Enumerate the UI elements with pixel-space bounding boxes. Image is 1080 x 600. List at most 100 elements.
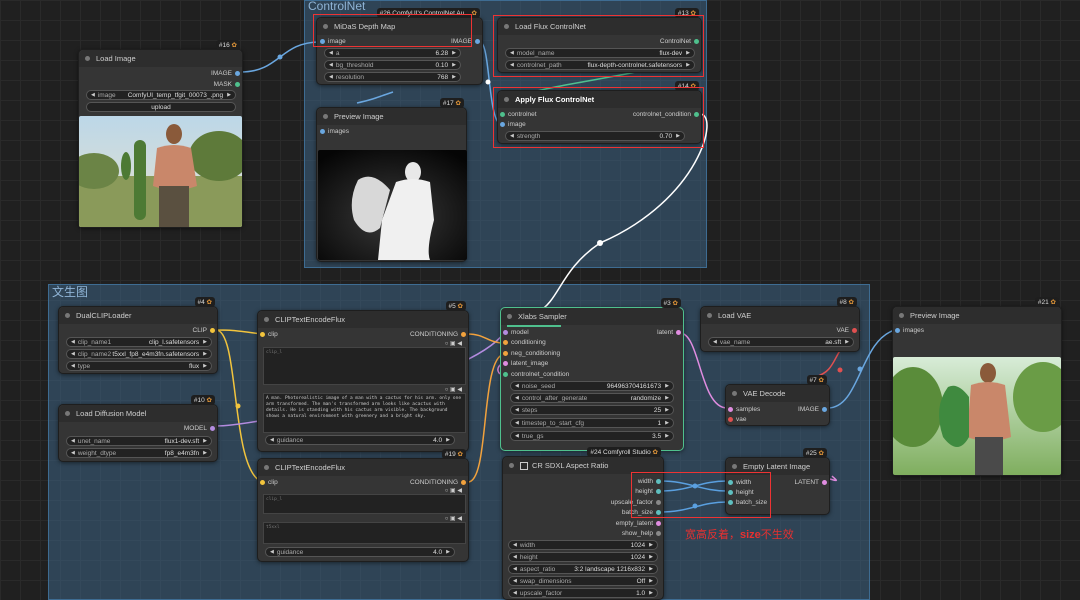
port-dot-icon[interactable] [210, 328, 215, 333]
node-title[interactable]: Xlabs Sampler [501, 308, 683, 325]
height-widget[interactable]: height 1024 [508, 552, 658, 562]
port-dot-icon[interactable] [503, 361, 508, 366]
node-load-image[interactable]: #16 Load Image IMAGE MASK image ComfyUI_t… [78, 40, 243, 228]
node-preview-depth[interactable]: #17 Preview Image images [316, 98, 467, 262]
collapse-dot-icon[interactable] [899, 313, 904, 318]
input-samples[interactable]: samples [728, 406, 760, 413]
checkbox-icon[interactable] [520, 461, 528, 470]
output-mask[interactable]: MASK [214, 81, 240, 88]
t5xxl-textarea[interactable]: A man. Photorealistic image of a man wit… [263, 393, 466, 433]
upload-button[interactable]: upload [86, 102, 236, 112]
node-load-vae[interactable]: #8 Load VAE VAE vae_name ae.sft [700, 297, 860, 352]
textarea-controls-icon[interactable]: ○ ▣ ◀ [445, 487, 462, 494]
clip-l-textarea[interactable]: clip_l [263, 347, 466, 385]
collapse-dot-icon[interactable] [732, 464, 737, 469]
true-gs-widget[interactable]: true_gs 3.5 [510, 431, 674, 441]
input-vae[interactable]: vae [728, 416, 746, 423]
port-dot-icon[interactable] [728, 407, 733, 412]
node-clip-text-encode-positive[interactable]: #5 CLIPTextEncodeFlux clip CONDITIONING … [257, 301, 469, 452]
collapse-dot-icon[interactable] [323, 114, 328, 119]
node-title[interactable]: CLIPTextEncodeFlux [258, 311, 468, 328]
port-dot-icon[interactable] [260, 332, 265, 337]
collapse-dot-icon[interactable] [65, 313, 70, 318]
input-clip[interactable]: clip [260, 479, 278, 486]
bg-threshold-widget[interactable]: bg_threshold 0.10 [324, 60, 461, 70]
clip-name2-widget[interactable]: clip_name2t5xxl_fp8_e4m3fn.safetensors [66, 349, 212, 359]
port-dot-icon[interactable] [852, 328, 857, 333]
port-dot-icon[interactable] [822, 480, 827, 485]
port-dot-icon[interactable] [728, 417, 733, 422]
port-dot-icon[interactable] [235, 82, 240, 87]
collapse-dot-icon[interactable] [264, 317, 269, 322]
output-clip[interactable]: CLIP [193, 327, 215, 334]
node-vae-decode[interactable]: #7 VAE Decode samples vae IMAGE [725, 375, 830, 426]
input-conditioning[interactable]: conditioning [503, 339, 546, 346]
output-image[interactable]: IMAGE [211, 70, 240, 77]
clip-name1-widget[interactable]: clip_name1 clip_l.safetensors [66, 337, 212, 347]
collapse-dot-icon[interactable] [507, 314, 512, 319]
type-widget[interactable]: type flux [66, 361, 212, 371]
node-xlabs-sampler[interactable]: #3 Xlabs Sampler model conditioning neg_… [500, 298, 684, 451]
port-dot-icon[interactable] [503, 372, 508, 377]
node-title[interactable]: Preview Image [893, 307, 1061, 324]
textarea-controls-icon[interactable]: ○ ▣ ◀ [445, 340, 462, 347]
node-clip-text-encode-negative[interactable]: #19 CLIPTextEncodeFlux clip CONDITIONING… [257, 449, 469, 562]
collapse-dot-icon[interactable] [65, 411, 70, 416]
node-title[interactable]: Preview Image [317, 108, 466, 125]
node-title[interactable]: Load Image [79, 50, 242, 67]
output-latent[interactable]: latent [657, 329, 681, 336]
node-title[interactable]: VAE Decode [726, 385, 829, 402]
output-conditioning[interactable]: CONDITIONING [410, 479, 466, 486]
input-neg-conditioning[interactable]: neg_conditioning [503, 350, 560, 357]
port-dot-icon[interactable] [895, 328, 900, 333]
node-load-diffusion-model[interactable]: #10 Load Diffusion Model MODEL unet_name… [58, 395, 218, 462]
noise-seed-widget[interactable]: noise_seed 964963704161673 [510, 381, 674, 391]
width-widget[interactable]: width 1024 [508, 540, 658, 550]
input-clip[interactable]: clip [260, 331, 278, 338]
output-conditioning[interactable]: CONDITIONING [410, 331, 466, 338]
collapse-dot-icon[interactable] [264, 465, 269, 470]
port-dot-icon[interactable] [656, 531, 661, 536]
timestep-to-start-cfg-widget[interactable]: timestep_to_start_cfg 1 [510, 418, 674, 428]
aspect-ratio-widget[interactable]: aspect_ratio 3:2 landscape 1216x832 [508, 564, 658, 574]
guidance-widget[interactable]: guidance 4.0 [265, 435, 455, 445]
output-image[interactable]: IMAGE [798, 406, 827, 413]
collapse-dot-icon[interactable] [509, 463, 514, 468]
input-latent-image[interactable]: latent_image [503, 360, 548, 367]
input-model[interactable]: model [503, 329, 529, 336]
output-show-help[interactable]: show_help [622, 530, 661, 537]
node-title[interactable]: Load Diffusion Model [59, 405, 217, 422]
port-dot-icon[interactable] [210, 426, 215, 431]
input-images[interactable]: images [895, 327, 924, 334]
textarea-controls-icon[interactable]: ○ ▣ ◀ [445, 515, 462, 522]
port-dot-icon[interactable] [822, 407, 827, 412]
collapse-dot-icon[interactable] [732, 391, 737, 396]
output-model[interactable]: MODEL [184, 425, 215, 432]
port-dot-icon[interactable] [503, 351, 508, 356]
guidance-widget[interactable]: guidance 4.0 [265, 547, 455, 557]
port-dot-icon[interactable] [235, 71, 240, 76]
clip-l-textarea[interactable]: clip_l [263, 494, 466, 514]
swap-dimensions-widget[interactable]: swap_dimensions Off [508, 576, 658, 586]
node-title[interactable]: Load VAE [701, 307, 859, 324]
control-after-generate-widget[interactable]: control_after_generate randomize [510, 393, 674, 403]
output-vae[interactable]: VAE [836, 327, 857, 334]
port-dot-icon[interactable] [503, 340, 508, 345]
node-title[interactable]: CLIPTextEncodeFlux [258, 459, 468, 476]
port-dot-icon[interactable] [503, 330, 508, 335]
output-latent[interactable]: LATENT [795, 479, 827, 486]
port-dot-icon[interactable] [320, 129, 325, 134]
weight-dtype-widget[interactable]: weight_dtype fp8_e4m3fn [66, 448, 212, 458]
node-dual-clip-loader[interactable]: #4 DualCLIPLoader CLIP clip_name1 clip_l.… [58, 297, 218, 374]
collapse-dot-icon[interactable] [707, 313, 712, 318]
steps-widget[interactable]: steps 25 [510, 405, 674, 415]
collapse-dot-icon[interactable] [85, 56, 90, 61]
input-images[interactable]: images [320, 128, 349, 135]
port-dot-icon[interactable] [656, 521, 661, 526]
image-select[interactable]: image ComfyUI_temp_tfgit_00073_.png [86, 90, 236, 100]
port-dot-icon[interactable] [461, 480, 466, 485]
textarea-controls-icon[interactable]: ○ ▣ ◀ [445, 386, 462, 393]
output-empty-latent[interactable]: empty_latent [616, 520, 661, 527]
node-preview-final[interactable]: #21 Preview Image images [892, 297, 1062, 476]
port-dot-icon[interactable] [676, 330, 681, 335]
